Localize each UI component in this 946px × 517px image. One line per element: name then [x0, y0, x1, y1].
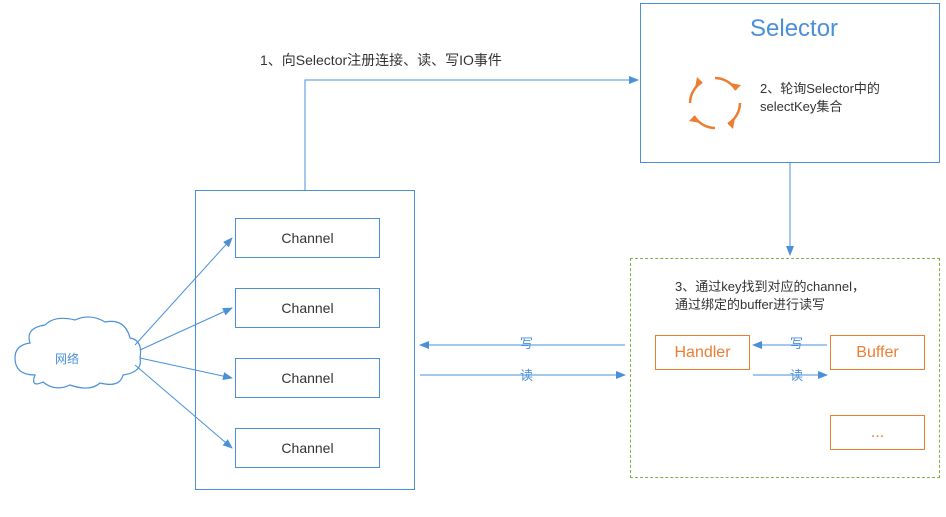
read-label-2: 读 [790, 365, 803, 384]
write-label-1: 写 [520, 333, 533, 352]
arrows-layer [0, 0, 946, 517]
write-label-2: 写 [790, 333, 803, 352]
read-label-1: 读 [520, 365, 533, 384]
